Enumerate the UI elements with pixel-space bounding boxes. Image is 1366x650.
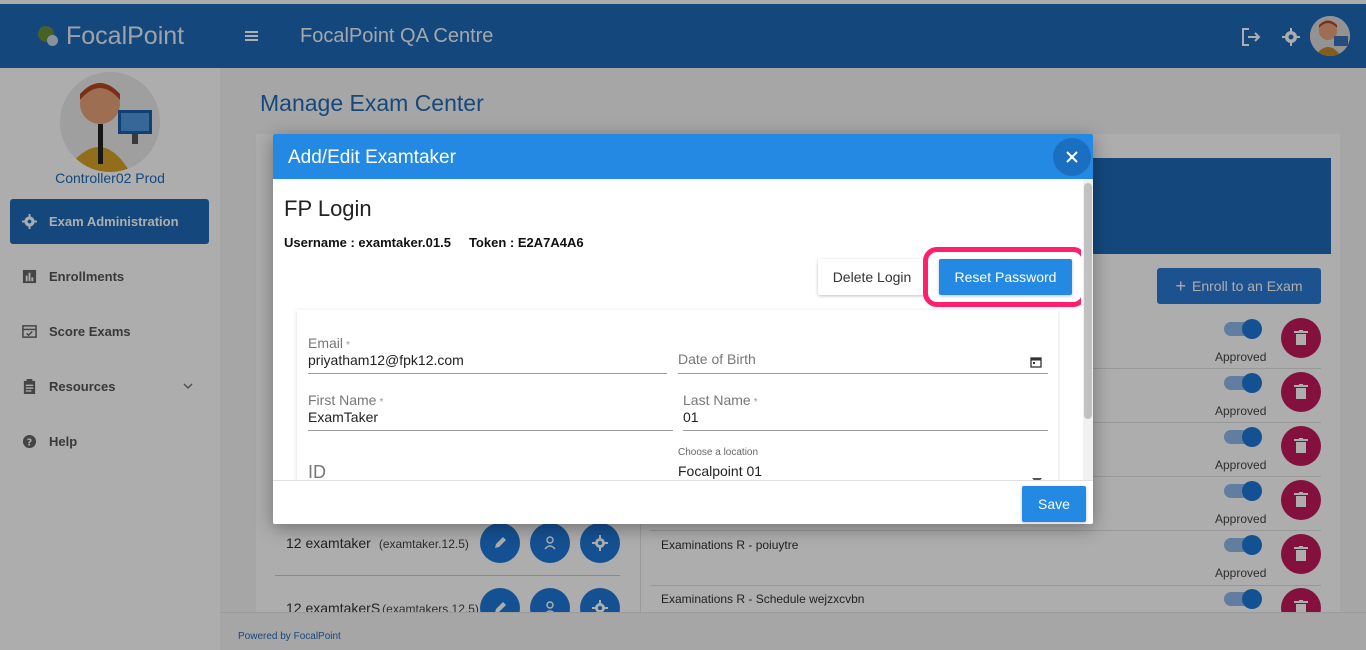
dialog-body: FP Login Username : examtaker.01.5 Token … xyxy=(273,179,1081,480)
location-label: Choose a location xyxy=(678,447,759,458)
delete-login-button[interactable]: Delete Login xyxy=(818,259,926,295)
date-of-birth-field[interactable]: Date of Birth xyxy=(678,351,1048,374)
last-name-label: Last Name xyxy=(683,392,751,408)
close-button[interactable] xyxy=(1053,138,1091,176)
close-icon xyxy=(1066,151,1078,163)
calendar-icon[interactable] xyxy=(1030,355,1042,373)
add-edit-examtaker-dialog: Add/Edit Examtaker FP Login Username : e… xyxy=(273,134,1093,524)
save-button[interactable]: Save xyxy=(1022,486,1086,522)
username-text: Username : examtaker.01.5 xyxy=(284,235,451,250)
section-title: FP Login xyxy=(284,196,372,221)
id-field[interactable]: ID xyxy=(308,462,673,480)
examtaker-form: Email * priyatham12@fpk12.com Date of Bir… xyxy=(297,310,1058,480)
email-field[interactable]: Email * priyatham12@fpk12.com xyxy=(308,335,667,374)
first-name-label: First Name xyxy=(308,392,377,408)
dialog-title: Add/Edit Examtaker xyxy=(288,147,456,168)
highlight-annotation xyxy=(923,247,1081,307)
credentials-line: Username : examtaker.01.5 Token : E2A7A4A… xyxy=(284,235,584,250)
required-mark: * xyxy=(753,397,758,408)
last-name-value: 01 xyxy=(683,409,699,425)
email-value: priyatham12@fpk12.com xyxy=(308,352,464,368)
dob-label: Date of Birth xyxy=(678,351,756,367)
first-name-field[interactable]: First Name * ExamTaker xyxy=(308,392,673,431)
dialog-scrollbar-thumb[interactable] xyxy=(1084,183,1092,419)
dialog-header: Add/Edit Examtaker xyxy=(273,134,1093,179)
token-text: Token : E2A7A4A6 xyxy=(468,235,584,250)
dropdown-arrow-icon[interactable] xyxy=(1032,471,1042,480)
last-name-field[interactable]: Last Name * 01 xyxy=(683,392,1048,431)
location-select[interactable]: Choose a location Focalpoint 01 xyxy=(678,447,1048,480)
first-name-value: ExamTaker xyxy=(308,409,379,425)
required-mark: * xyxy=(379,397,384,408)
dialog-footer xyxy=(273,480,1093,524)
id-label: ID xyxy=(308,462,326,480)
required-mark: * xyxy=(346,340,350,351)
location-value: Focalpoint 01 xyxy=(678,463,763,479)
email-label: Email xyxy=(308,335,344,351)
